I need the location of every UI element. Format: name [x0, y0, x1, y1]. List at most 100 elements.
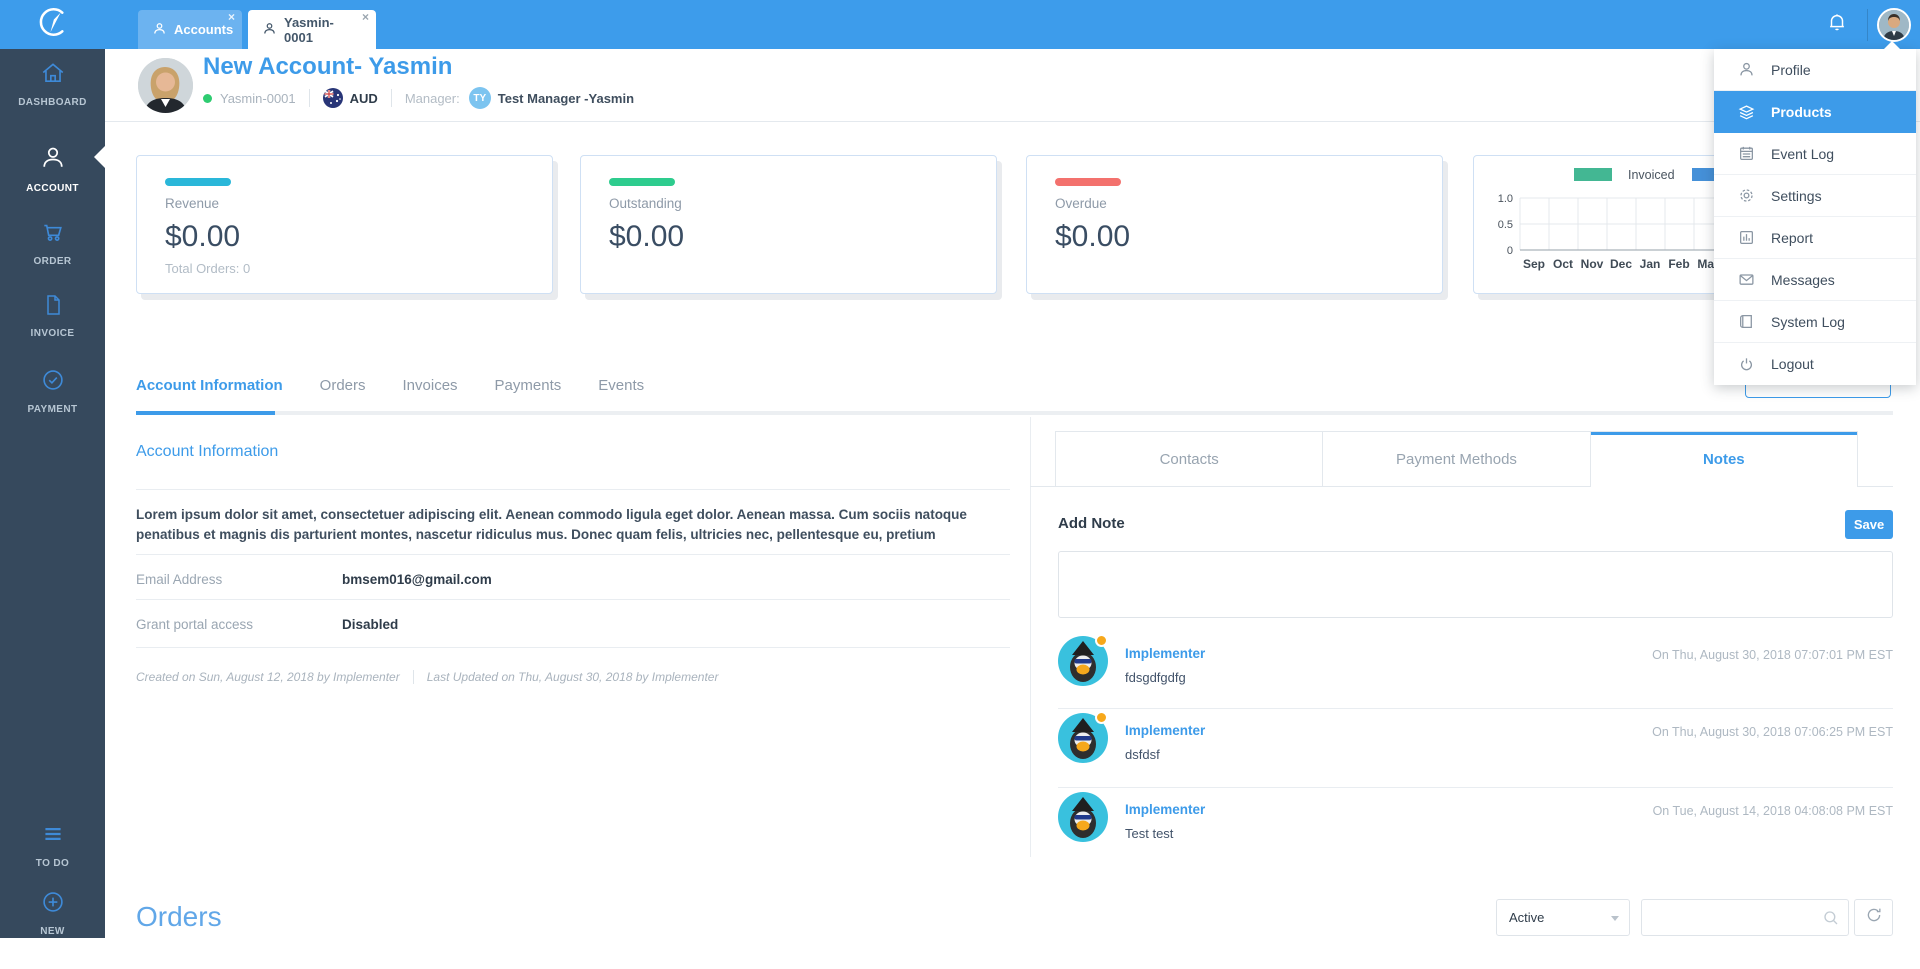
note-timestamp: On Thu, August 30, 2018 07:07:01 PM EST [1652, 648, 1893, 662]
ytick: 1.0 [1498, 193, 1513, 205]
tab-label: Accounts [174, 22, 233, 37]
calendar-icon [1738, 145, 1755, 162]
penguin-avatar [1058, 636, 1108, 686]
list-icon [40, 821, 66, 852]
brand-logo-icon [36, 5, 70, 44]
refresh-icon [1865, 906, 1883, 929]
sidebar-item-label: TO DO [36, 858, 69, 869]
tab-payment-methods[interactable]: Payment Methods [1322, 432, 1589, 486]
sidebar-nav: DASHBOARD ACCOUNT ORDER [0, 49, 105, 938]
menu-item-settings[interactable]: Settings [1714, 175, 1916, 217]
account-info-heading: Account Information [136, 443, 278, 461]
active-item-wedge [94, 146, 105, 168]
app-logo[interactable] [0, 0, 105, 49]
account-meta: Yasmin-0001 AUD Manager: TY Test Manager… [203, 87, 634, 109]
note-input[interactable] [1058, 551, 1893, 618]
note-text: Test test [1125, 826, 1173, 841]
penguin-avatar [1058, 713, 1108, 763]
note-list-item: Implementer Test test On Tue, August 14,… [1058, 792, 1893, 850]
note-author-link[interactable]: Implementer [1125, 723, 1205, 738]
tab-account-information[interactable]: Account Information [136, 377, 283, 394]
account-avatar [138, 58, 193, 113]
sidebar-item-label: DASHBOARD [18, 97, 87, 108]
note-text: dsfdsf [1125, 747, 1160, 762]
divider [136, 647, 1010, 648]
sidebar-item-label: PAYMENT [27, 404, 77, 415]
sidebar-item-label: ORDER [33, 256, 71, 267]
gear-icon [1738, 187, 1755, 204]
tab-accounts[interactable]: Accounts × [138, 10, 242, 49]
orders-search-input[interactable] [1650, 901, 1818, 934]
menu-item-report[interactable]: Report [1714, 217, 1916, 259]
bar-chart-icon [1738, 229, 1755, 246]
note-list-item: Implementer dsfdsf On Thu, August 30, 20… [1058, 713, 1893, 771]
divider [1058, 787, 1893, 788]
manager-name[interactable]: Test Manager -Yasmin [498, 91, 634, 106]
tab-events[interactable]: Events [598, 377, 644, 394]
currency-code: AUD [350, 91, 378, 106]
penguin-avatar [1058, 792, 1108, 842]
status-dot [203, 94, 212, 103]
card-label: Revenue [165, 196, 219, 211]
updated-text: Last Updated on Thu, August 30, 2018 by … [427, 670, 719, 684]
refresh-button[interactable] [1854, 899, 1893, 936]
home-icon [40, 60, 66, 91]
menu-item-logout[interactable]: Logout [1714, 343, 1916, 385]
account-description: Lorem ipsum dolor sit amet, consectetuer… [136, 505, 971, 544]
user-avatar-button[interactable] [1868, 8, 1920, 42]
right-panel-tabs: Contacts Payment Methods Notes [1055, 431, 1858, 486]
note-timestamp: On Tue, August 14, 2018 04:08:08 PM EST [1653, 804, 1893, 818]
xtick: Dec [1610, 257, 1632, 271]
note-author-link[interactable]: Implementer [1125, 646, 1205, 661]
bell-icon [1826, 11, 1848, 38]
tab-label: Notes [1703, 451, 1745, 468]
status-badge [1095, 711, 1108, 724]
tab-underline-track [136, 411, 1893, 415]
tab-underline-active [136, 411, 275, 415]
tab-notes[interactable]: Notes [1590, 432, 1857, 486]
person-icon [152, 21, 167, 39]
menu-item-profile[interactable]: Profile [1714, 49, 1916, 91]
sidebar-item-invoice[interactable]: INVOICE [0, 293, 105, 339]
tab-orders[interactable]: Orders [320, 377, 366, 394]
add-note-heading: Add Note [1058, 515, 1125, 532]
overdue-accent-bar [1055, 178, 1121, 186]
revenue-accent-bar [165, 178, 231, 186]
close-icon[interactable]: × [228, 11, 235, 23]
app-root: Accounts × Yasmin-0001 × [0, 0, 1920, 969]
top-bar: Accounts × Yasmin-0001 × [0, 0, 1920, 49]
menu-item-messages[interactable]: Messages [1714, 259, 1916, 301]
manager-initials-badge: TY [469, 87, 491, 109]
panel-divider [1030, 417, 1031, 857]
sidebar-item-new[interactable]: NEW [0, 889, 105, 937]
tab-contacts[interactable]: Contacts [1056, 432, 1322, 486]
sidebar-item-todo[interactable]: TO DO [0, 821, 105, 869]
ytick: 0.5 [1498, 219, 1513, 231]
notifications-button[interactable] [1807, 11, 1867, 38]
sidebar-item-account[interactable]: ACCOUNT [0, 144, 105, 194]
sidebar-item-order[interactable]: ORDER [0, 219, 105, 267]
menu-item-event-log[interactable]: Event Log [1714, 133, 1916, 175]
note-author-link[interactable]: Implementer [1125, 802, 1205, 817]
power-icon [1738, 356, 1755, 373]
user-dropdown-menu: Profile Products Event Log [1714, 49, 1916, 385]
orders-status-filter[interactable]: Active [1496, 899, 1630, 936]
chevron-down-icon [1611, 916, 1619, 921]
person-icon [262, 21, 277, 39]
note-timestamp: On Thu, August 30, 2018 07:06:25 PM EST [1652, 725, 1893, 739]
sidebar-item-dashboard[interactable]: DASHBOARD [0, 60, 105, 108]
save-note-button[interactable]: Save [1845, 510, 1893, 539]
menu-item-label: Products [1771, 104, 1832, 120]
tab-invoices[interactable]: Invoices [403, 377, 458, 394]
menu-item-label: Profile [1771, 62, 1811, 78]
card-value: $0.00 [1055, 220, 1130, 254]
search-icon [1822, 909, 1840, 932]
orders-search [1641, 899, 1849, 936]
menu-item-products[interactable]: Products [1714, 91, 1916, 133]
sidebar-item-payment[interactable]: PAYMENT [0, 367, 105, 415]
book-icon [1738, 313, 1755, 330]
tab-yasmin-0001[interactable]: Yasmin-0001 × [248, 10, 376, 49]
tab-payments[interactable]: Payments [495, 377, 562, 394]
close-icon[interactable]: × [362, 11, 369, 23]
menu-item-system-log[interactable]: System Log [1714, 301, 1916, 343]
